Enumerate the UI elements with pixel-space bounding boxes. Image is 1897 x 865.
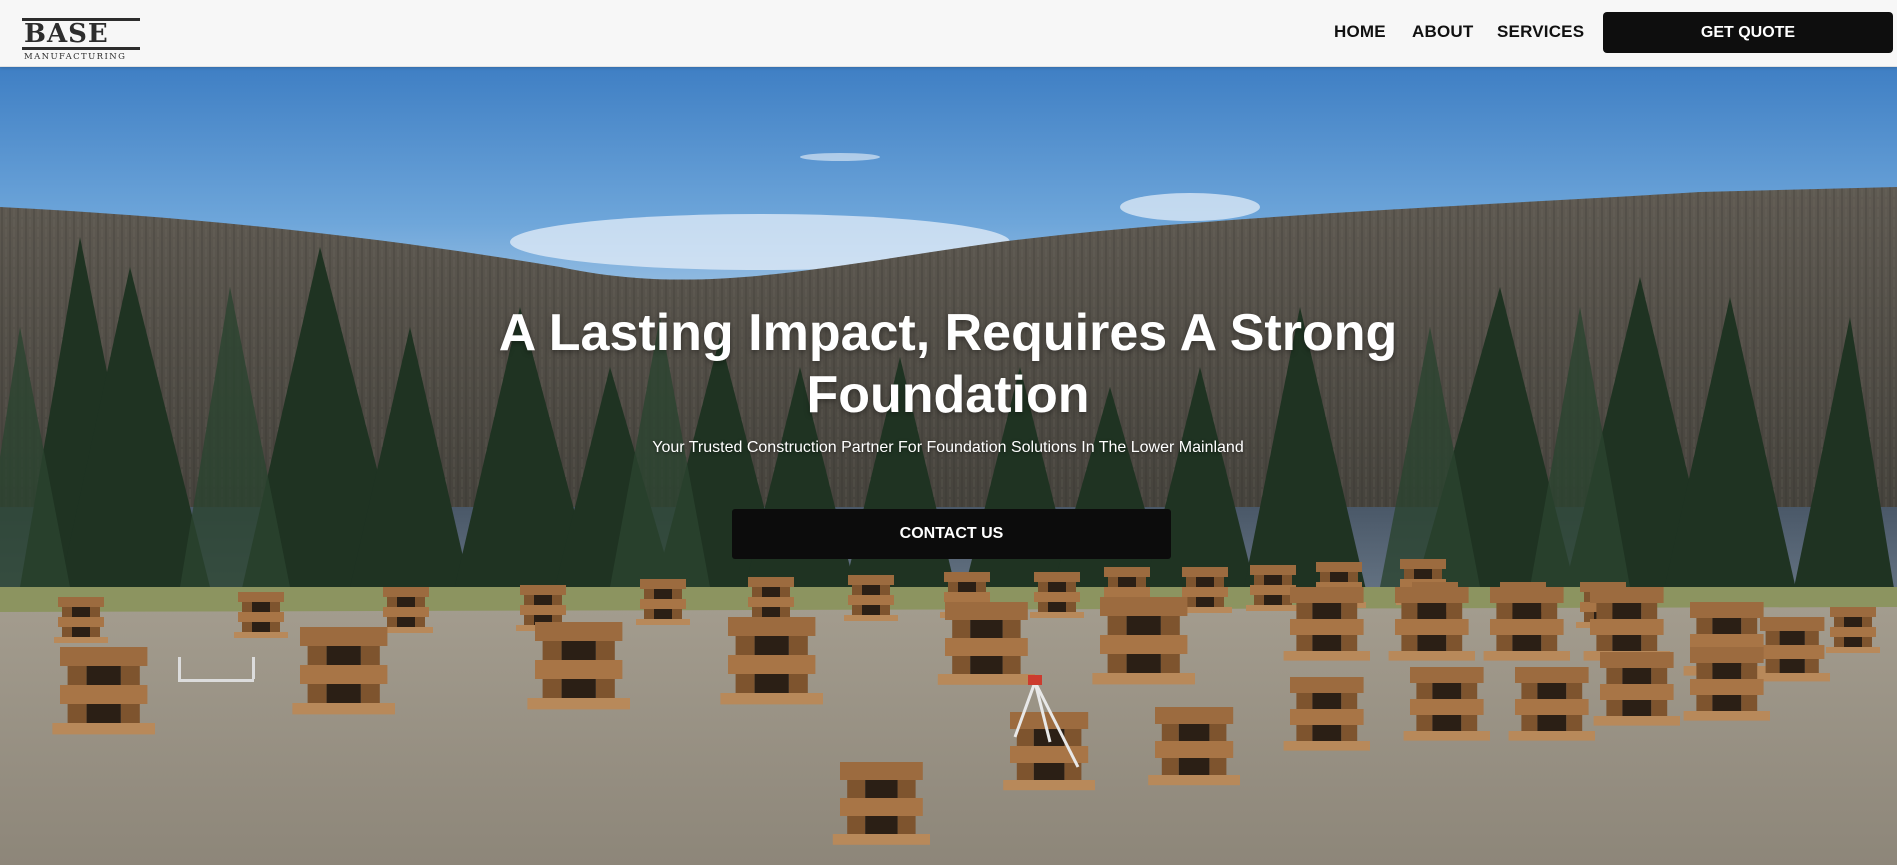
nav-home-link[interactable]: HOME (1334, 22, 1386, 42)
nav-about-link[interactable]: ABOUT (1412, 22, 1473, 42)
nav-services-link[interactable]: SERVICES (1497, 22, 1584, 42)
hero-title: A Lasting Impact, Requires A Strong Foun… (498, 304, 1398, 424)
contact-us-button[interactable]: CONTACT US (732, 509, 1171, 559)
logo-tagline: MANUFACTURING (24, 52, 127, 62)
hero-subtitle: Your Trusted Construction Partner For Fo… (652, 439, 1244, 456)
logo-wordmark: BASE (22, 18, 140, 50)
site-header: BASE MANUFACTURING HOME ABOUT SERVICES G… (0, 0, 1897, 67)
get-quote-button[interactable]: GET QUOTE (1603, 12, 1893, 53)
hero-section: A Lasting Impact, Requires A Strong Foun… (0, 67, 1897, 865)
hero-background-image (0, 67, 1897, 865)
base-manufacturing-logo[interactable]: BASE MANUFACTURING (22, 18, 142, 62)
